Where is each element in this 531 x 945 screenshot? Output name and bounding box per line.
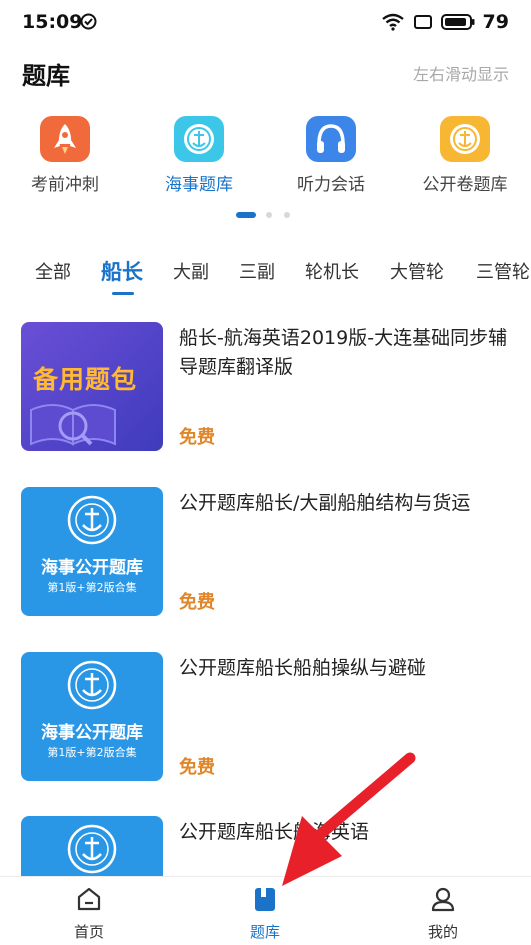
screen-icon — [413, 15, 432, 29]
list-item[interactable]: 海事公开题库 第1版+第2版合集 公开题库船长/大副船舶结构与货运 免费 — [0, 487, 531, 619]
page-header: 题库 左右滑动显示 — [0, 44, 531, 96]
carousel-dot-active — [236, 212, 256, 218]
category-exam-sprint[interactable]: 考前冲刺 — [0, 112, 130, 195]
bottom-nav: 首页 题库 我的 — [0, 876, 531, 945]
category-label: 考前冲刺 — [31, 175, 99, 195]
tab-second-engineer[interactable]: 大管轮 — [390, 258, 444, 284]
alarm-icon — [80, 13, 97, 30]
status-time: 15:09 — [22, 11, 83, 33]
nav-profile[interactable]: 我的 — [398, 885, 488, 942]
status-right: 79 — [381, 10, 509, 34]
thumb-subtitle: 第1版+第2版合集 — [47, 581, 137, 594]
tab-third-officer[interactable]: 三副 — [239, 258, 275, 284]
item-thumbnail: 海事公开题库 第1版+第2版合集 — [21, 652, 163, 781]
list-item[interactable]: 公开题库船长航海英语 — [0, 816, 531, 876]
nav-label: 我的 — [427, 923, 458, 941]
item-thumbnail — [21, 816, 163, 876]
bank-icon — [255, 888, 275, 911]
thumb-title: 备用题包 — [33, 365, 138, 394]
category-open-bank[interactable]: 公开卷题库 — [400, 112, 530, 195]
headphones-icon — [306, 116, 356, 162]
home-icon — [77, 887, 101, 911]
item-price: 免费 — [179, 592, 215, 613]
item-thumbnail: 海事公开题库 第1版+第2版合集 — [21, 487, 163, 616]
msa-emblem-icon — [67, 660, 117, 710]
nav-label: 题库 — [249, 923, 280, 941]
thumb-title: 海事公开题库 — [41, 558, 143, 578]
category-row: 考前冲刺 海事题库 听力会话 公开卷题库 — [0, 112, 531, 202]
book-icon — [30, 404, 116, 446]
wifi-icon — [381, 13, 404, 31]
msa-emblem-icon — [67, 824, 117, 874]
page-title: 题库 — [22, 62, 70, 90]
item-price: 免费 — [179, 427, 215, 448]
list-item[interactable]: 备用题包 船长-航海英语2019版-大连基础同步辅导题库翻译版 免费 — [0, 322, 531, 454]
item-title: 船长-航海英语2019版-大连基础同步辅导题库翻译版 — [179, 327, 508, 378]
carousel-dot — [284, 212, 290, 218]
category-label: 听力会话 — [297, 175, 365, 195]
msa-emblem-icon — [440, 116, 490, 162]
tab-all[interactable]: 全部 — [35, 258, 71, 284]
battery-icon — [440, 14, 475, 30]
role-tabs: 全部 船长 大副 三副 轮机长 大管轮 三管轮 — [0, 250, 531, 300]
rocket-icon — [40, 116, 90, 162]
list-item[interactable]: 海事公开题库 第1版+第2版合集 公开题库船长船舶操纵与避碰 免费 — [0, 652, 531, 784]
tab-chief-engineer[interactable]: 轮机长 — [305, 258, 359, 284]
tab-captain[interactable]: 船长 — [101, 256, 143, 286]
thumb-title: 海事公开题库 — [41, 723, 143, 743]
battery-level: 79 — [482, 11, 509, 33]
msa-emblem-icon — [174, 116, 224, 162]
swipe-hint: 左右滑动显示 — [412, 65, 509, 84]
item-thumbnail: 备用题包 — [21, 322, 163, 451]
item-title: 公开题库船长船舶操纵与避碰 — [179, 657, 427, 679]
nav-label: 首页 — [73, 923, 104, 941]
category-label: 海事题库 — [165, 175, 233, 195]
profile-icon — [431, 887, 455, 912]
msa-emblem-icon — [67, 495, 117, 545]
item-title: 公开题库船长/大副船舶结构与货运 — [179, 492, 471, 514]
tab-chief-officer[interactable]: 大副 — [173, 258, 209, 284]
status-bar: 15:09 79 — [0, 0, 531, 44]
thumb-subtitle: 第1版+第2版合集 — [47, 746, 137, 759]
tab-third-engineer[interactable]: 三管轮 — [476, 258, 530, 284]
category-label: 公开卷题库 — [422, 175, 508, 195]
category-listening[interactable]: 听力会话 — [266, 112, 396, 195]
carousel-dot — [266, 212, 272, 218]
nav-question-bank[interactable]: 题库 — [220, 885, 310, 942]
tab-indicator — [112, 292, 134, 295]
item-price: 免费 — [179, 757, 215, 778]
category-msa-bank[interactable]: 海事题库 — [134, 112, 264, 195]
nav-home[interactable]: 首页 — [44, 885, 134, 942]
item-title: 公开题库船长航海英语 — [179, 821, 370, 843]
